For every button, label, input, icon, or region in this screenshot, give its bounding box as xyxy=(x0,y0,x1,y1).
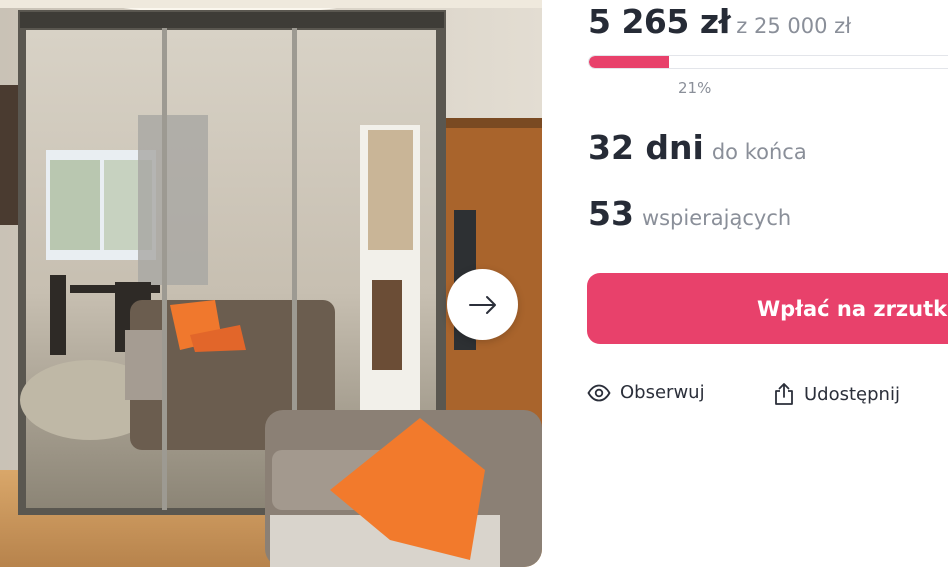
follow-label: Obserwuj xyxy=(620,382,705,403)
next-photo-button[interactable] xyxy=(447,269,518,340)
amount-goal: z 25 000 zł xyxy=(736,14,852,38)
backers-number: 53 xyxy=(588,194,634,233)
funding-percent: 21% xyxy=(678,79,712,97)
follow-button[interactable]: Obserwuj xyxy=(587,382,705,403)
arrow-right-icon xyxy=(468,295,496,314)
amount-raised: 5 265 zł xyxy=(588,2,731,41)
gallery-photo xyxy=(0,0,542,567)
funding-progress-bar xyxy=(588,55,948,69)
share-button[interactable]: Udostępnij xyxy=(773,382,900,406)
backers-label: wspierających xyxy=(641,206,792,230)
funding-progress-fill xyxy=(589,56,669,68)
backers-row: 53 wspierających xyxy=(588,194,791,233)
days-left-label: do końca xyxy=(711,140,807,164)
eye-icon xyxy=(587,384,611,401)
days-left-number: 32 dni xyxy=(588,128,704,167)
donate-button[interactable]: Wpłać na zrzutkę xyxy=(587,273,948,344)
share-label: Udostępnij xyxy=(804,383,900,405)
amount-raised-row: 5 265 zł z 25 000 zł xyxy=(588,2,851,41)
days-left-row: 32 dni do końca xyxy=(588,128,807,167)
share-icon xyxy=(775,383,793,405)
